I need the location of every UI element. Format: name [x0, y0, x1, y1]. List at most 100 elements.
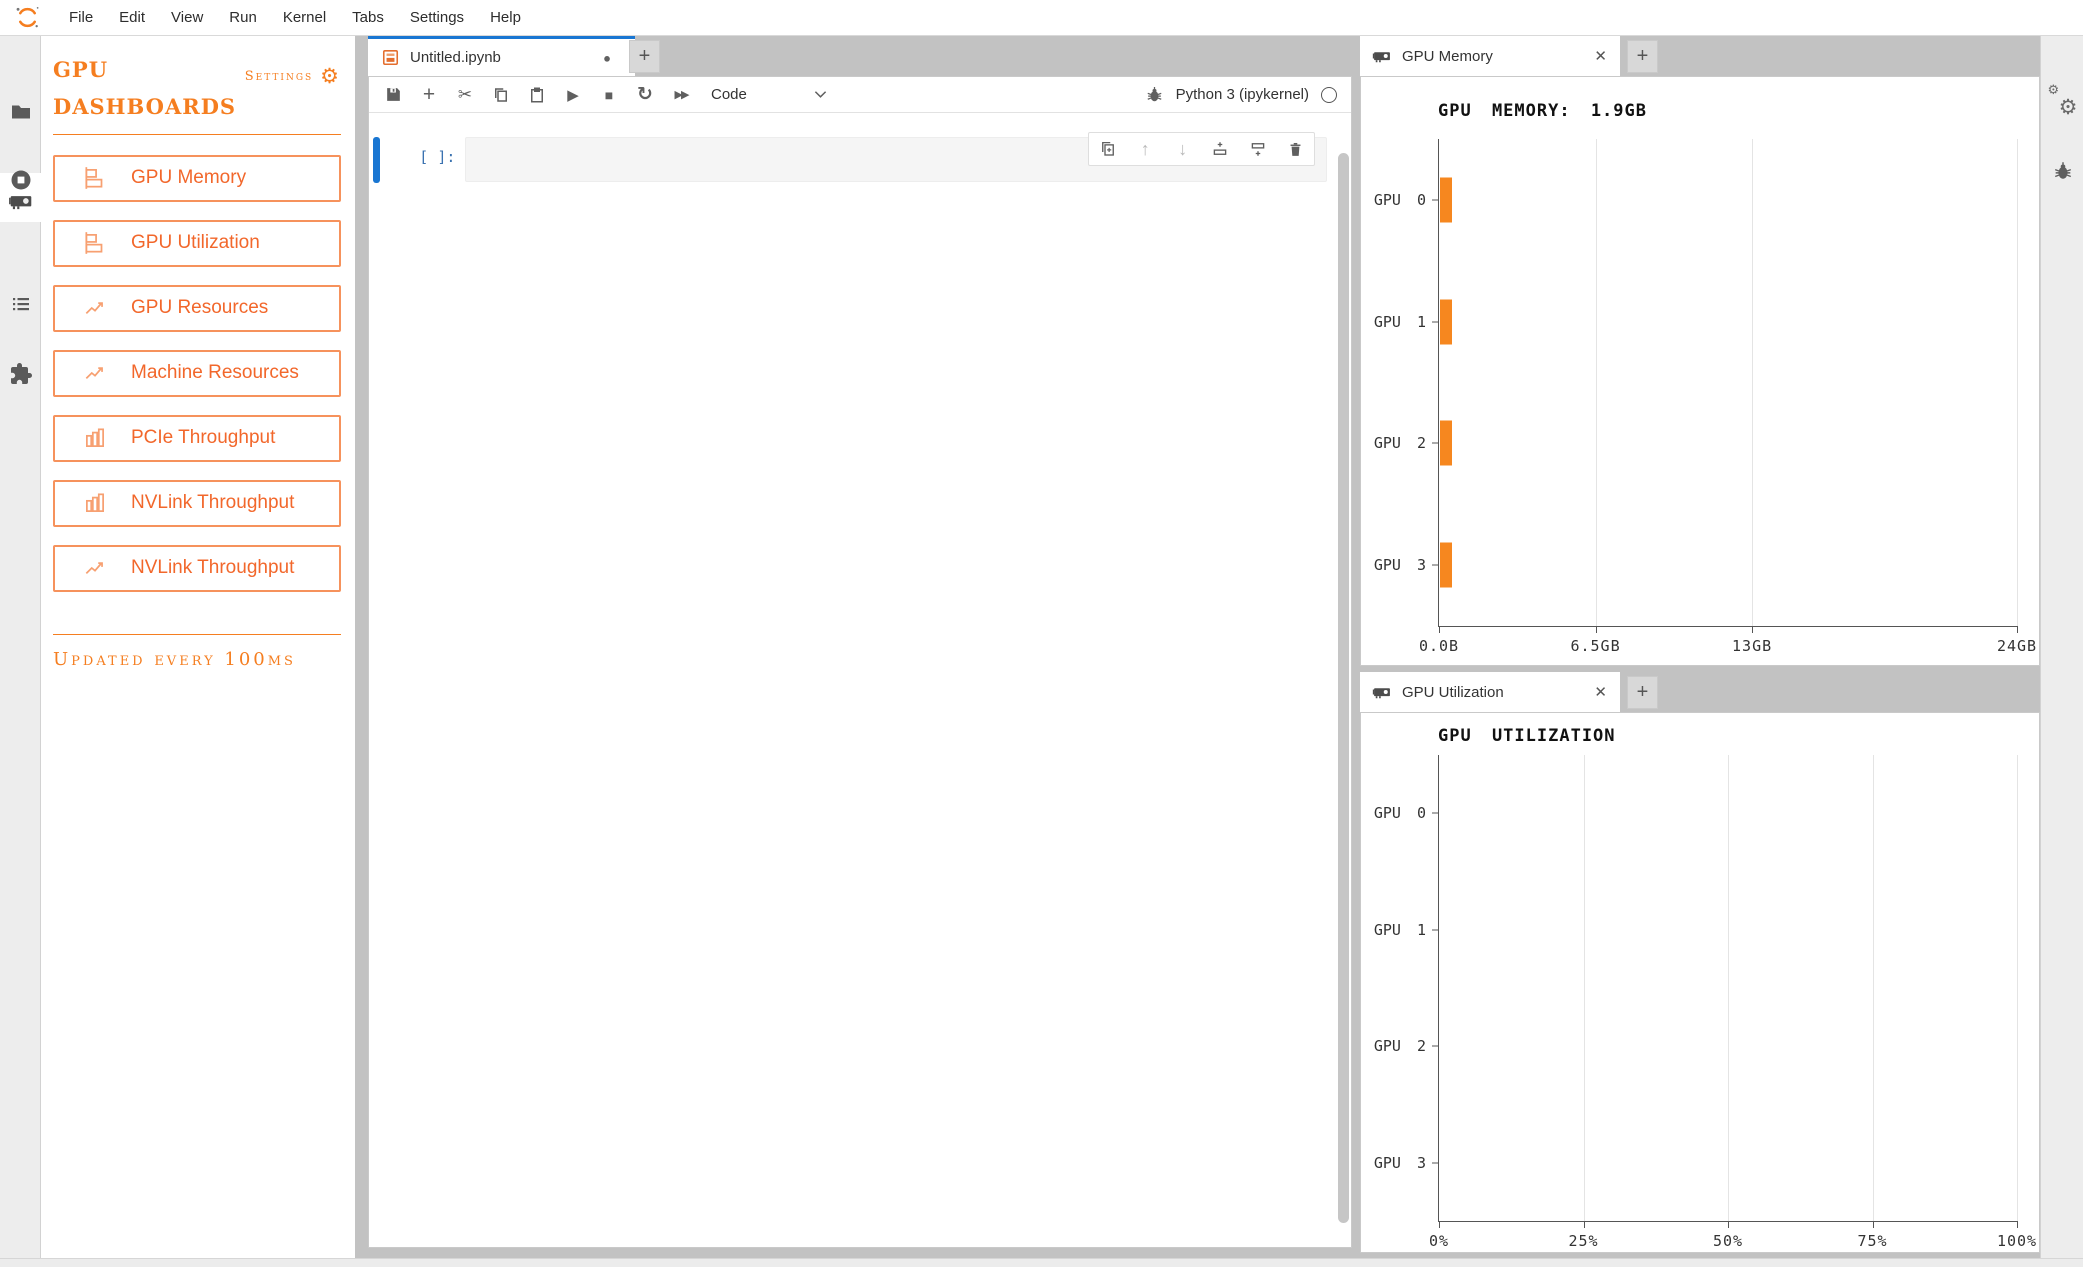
- copy-cells-button[interactable]: [483, 80, 519, 110]
- duplicate-cell-button[interactable]: [1089, 140, 1127, 158]
- x-axis-tick: [1596, 626, 1597, 633]
- x-axis-tick: [2017, 626, 2018, 633]
- gpu-utilization-panel: GPU UTILIZATION 0%25%50%75%100%GPU 0GPU …: [1360, 712, 2040, 1253]
- x-axis-tick: [1584, 1221, 1585, 1228]
- gpu-utilization-chart-title: GPU UTILIZATION: [1438, 726, 1616, 746]
- column-chart-icon: [82, 425, 108, 451]
- menu-run[interactable]: Run: [216, 9, 270, 26]
- y-tick-label: GPU 0: [1374, 191, 1426, 209]
- x-tick-label: 0.0B: [1419, 637, 1459, 655]
- y-axis-tick: [1432, 813, 1439, 814]
- extensions-puzzle-icon[interactable]: [0, 362, 41, 386]
- x-tick-label: 25%: [1568, 1232, 1598, 1250]
- gpu-card-icon: [1372, 682, 1392, 702]
- chart-gridline: [1596, 139, 1597, 626]
- run-cell-button[interactable]: ▶: [555, 80, 591, 110]
- horizontal-bar-chart-icon: [82, 230, 108, 256]
- y-tick-label: GPU 3: [1374, 556, 1426, 574]
- sidebar-title: GPU DASHBOARDS: [53, 52, 233, 126]
- property-inspector-gears-icon[interactable]: ⚙⚙: [2041, 88, 2083, 114]
- x-axis-tick: [2017, 1221, 2018, 1228]
- paste-cells-button[interactable]: [519, 80, 555, 110]
- new-tab-button[interactable]: +: [1627, 676, 1658, 709]
- x-tick-label: 75%: [1857, 1232, 1887, 1250]
- cut-cells-button[interactable]: ✂: [447, 80, 483, 110]
- x-tick-label: 0%: [1429, 1232, 1449, 1250]
- menu-view[interactable]: View: [158, 9, 216, 26]
- menu-tabs[interactable]: Tabs: [339, 9, 397, 26]
- notebook-scroll-area: [ ]: ↑ ↓: [369, 113, 1351, 1248]
- x-tick-label: 100%: [1997, 1232, 2037, 1250]
- gpu-bar: [1440, 177, 1452, 222]
- cell-input-prompt: [ ]:: [380, 137, 465, 183]
- gpu-dashboards-sidebar: GPU DASHBOARDS Settings ⚙ GPU Memory GPU…: [41, 36, 355, 1258]
- unsaved-changes-dot[interactable]: ●: [603, 50, 611, 65]
- notebook-tab[interactable]: Untitled.ipynb ●: [368, 36, 635, 76]
- sidebar-button-gpu-utilization[interactable]: GPU Utilization: [53, 220, 341, 267]
- menu-kernel[interactable]: Kernel: [270, 9, 339, 26]
- insert-cell-below-button[interactable]: [1239, 140, 1277, 158]
- menu-edit[interactable]: Edit: [106, 9, 158, 26]
- move-cell-up-button[interactable]: ↑: [1127, 139, 1165, 160]
- chart-gridline: [2017, 755, 2018, 1221]
- y-tick-label: GPU 1: [1374, 921, 1426, 939]
- jupyter-logo: [14, 4, 41, 31]
- horizontal-bar-chart-icon: [82, 165, 108, 191]
- sidebar-footer-divider: [53, 634, 341, 635]
- menu-settings[interactable]: Settings: [397, 9, 477, 26]
- delete-cell-button[interactable]: [1277, 141, 1315, 158]
- debugger-bug-icon[interactable]: [2041, 160, 2083, 182]
- move-cell-down-button[interactable]: ↓: [1164, 139, 1202, 160]
- right-activity-bar: ⚙⚙: [2040, 36, 2083, 1258]
- status-bar: [0, 1258, 2083, 1267]
- save-button[interactable]: [375, 80, 411, 110]
- kernel-name-label[interactable]: Python 3 (ipykernel): [1176, 86, 1309, 103]
- gpu-memory-panel-tab[interactable]: GPU Memory ✕: [1360, 36, 1620, 76]
- sidebar-settings-button[interactable]: Settings ⚙: [245, 64, 339, 89]
- cell-type-dropdown[interactable]: Code: [711, 86, 827, 103]
- y-tick-label: GPU 1: [1374, 313, 1426, 331]
- menu-help[interactable]: Help: [477, 9, 534, 26]
- left-activity-bar: [0, 36, 41, 1258]
- sidebar-button-label: GPU Resources: [131, 297, 268, 319]
- add-cell-button[interactable]: +: [411, 80, 447, 110]
- chart-gridline: [1584, 755, 1585, 1221]
- restart-kernel-button[interactable]: ↻: [627, 80, 663, 110]
- menu-file[interactable]: File: [56, 9, 106, 26]
- gpu-utilization-panel-tab[interactable]: GPU Utilization ✕: [1360, 672, 1620, 712]
- sidebar-button-gpu-memory[interactable]: GPU Memory: [53, 155, 341, 202]
- line-chart-icon: [82, 555, 108, 581]
- sidebar-button-pcie-throughput[interactable]: PCIe Throughput: [53, 415, 341, 462]
- y-axis-tick: [1432, 443, 1439, 444]
- sidebar-button-nvlink-throughput[interactable]: NVLink Throughput: [53, 480, 341, 527]
- y-tick-label: GPU 2: [1374, 1037, 1426, 1055]
- sidebar-button-machine-resources[interactable]: Machine Resources: [53, 350, 341, 397]
- gpu-bar: [1440, 299, 1452, 344]
- notebook-toolbar: + ✂ ▶ ■ ↻ ▶▶ Code Python 3 (ipykernel): [369, 77, 1351, 113]
- sidebar-button-gpu-resources[interactable]: GPU Resources: [53, 285, 341, 332]
- debugger-bug-icon[interactable]: [1145, 85, 1164, 104]
- table-of-contents-icon[interactable]: [0, 292, 41, 316]
- close-tab-icon[interactable]: ✕: [1594, 47, 1607, 65]
- restart-run-all-button[interactable]: ▶▶: [663, 80, 699, 110]
- gpu-memory-chart: 0.0B6.5GB13GB24GBGPU 0GPU 1GPU 2GPU 3: [1438, 139, 2017, 627]
- new-tab-button[interactable]: +: [1627, 40, 1658, 73]
- y-tick-label: GPU 3: [1374, 1154, 1426, 1172]
- gpu-memory-chart-title: GPU MEMORY: 1.9GB: [1438, 101, 1647, 121]
- kernel-status-indicator[interactable]: [1321, 87, 1337, 103]
- x-tick-label: 50%: [1713, 1232, 1743, 1250]
- gpu-dashboards-tab-icon[interactable]: [0, 188, 41, 214]
- interrupt-kernel-button[interactable]: ■: [591, 80, 627, 110]
- x-tick-label: 6.5GB: [1570, 637, 1620, 655]
- sidebar-button-label: PCIe Throughput: [131, 427, 275, 449]
- chart-gridline: [1728, 755, 1729, 1221]
- sidebar-button-nvlink-throughput-2[interactable]: NVLink Throughput: [53, 545, 341, 592]
- close-tab-icon[interactable]: ✕: [1594, 683, 1607, 701]
- new-launcher-tab-button[interactable]: +: [629, 40, 660, 73]
- file-browser-icon[interactable]: [0, 100, 41, 124]
- notebook-vertical-scrollbar[interactable]: [1338, 153, 1349, 1223]
- gpu-utilization-tab-label: GPU Utilization: [1402, 684, 1504, 701]
- insert-cell-above-button[interactable]: [1202, 140, 1240, 158]
- gpu-card-icon: [1372, 46, 1392, 66]
- sidebar-button-label: NVLink Throughput: [131, 492, 294, 514]
